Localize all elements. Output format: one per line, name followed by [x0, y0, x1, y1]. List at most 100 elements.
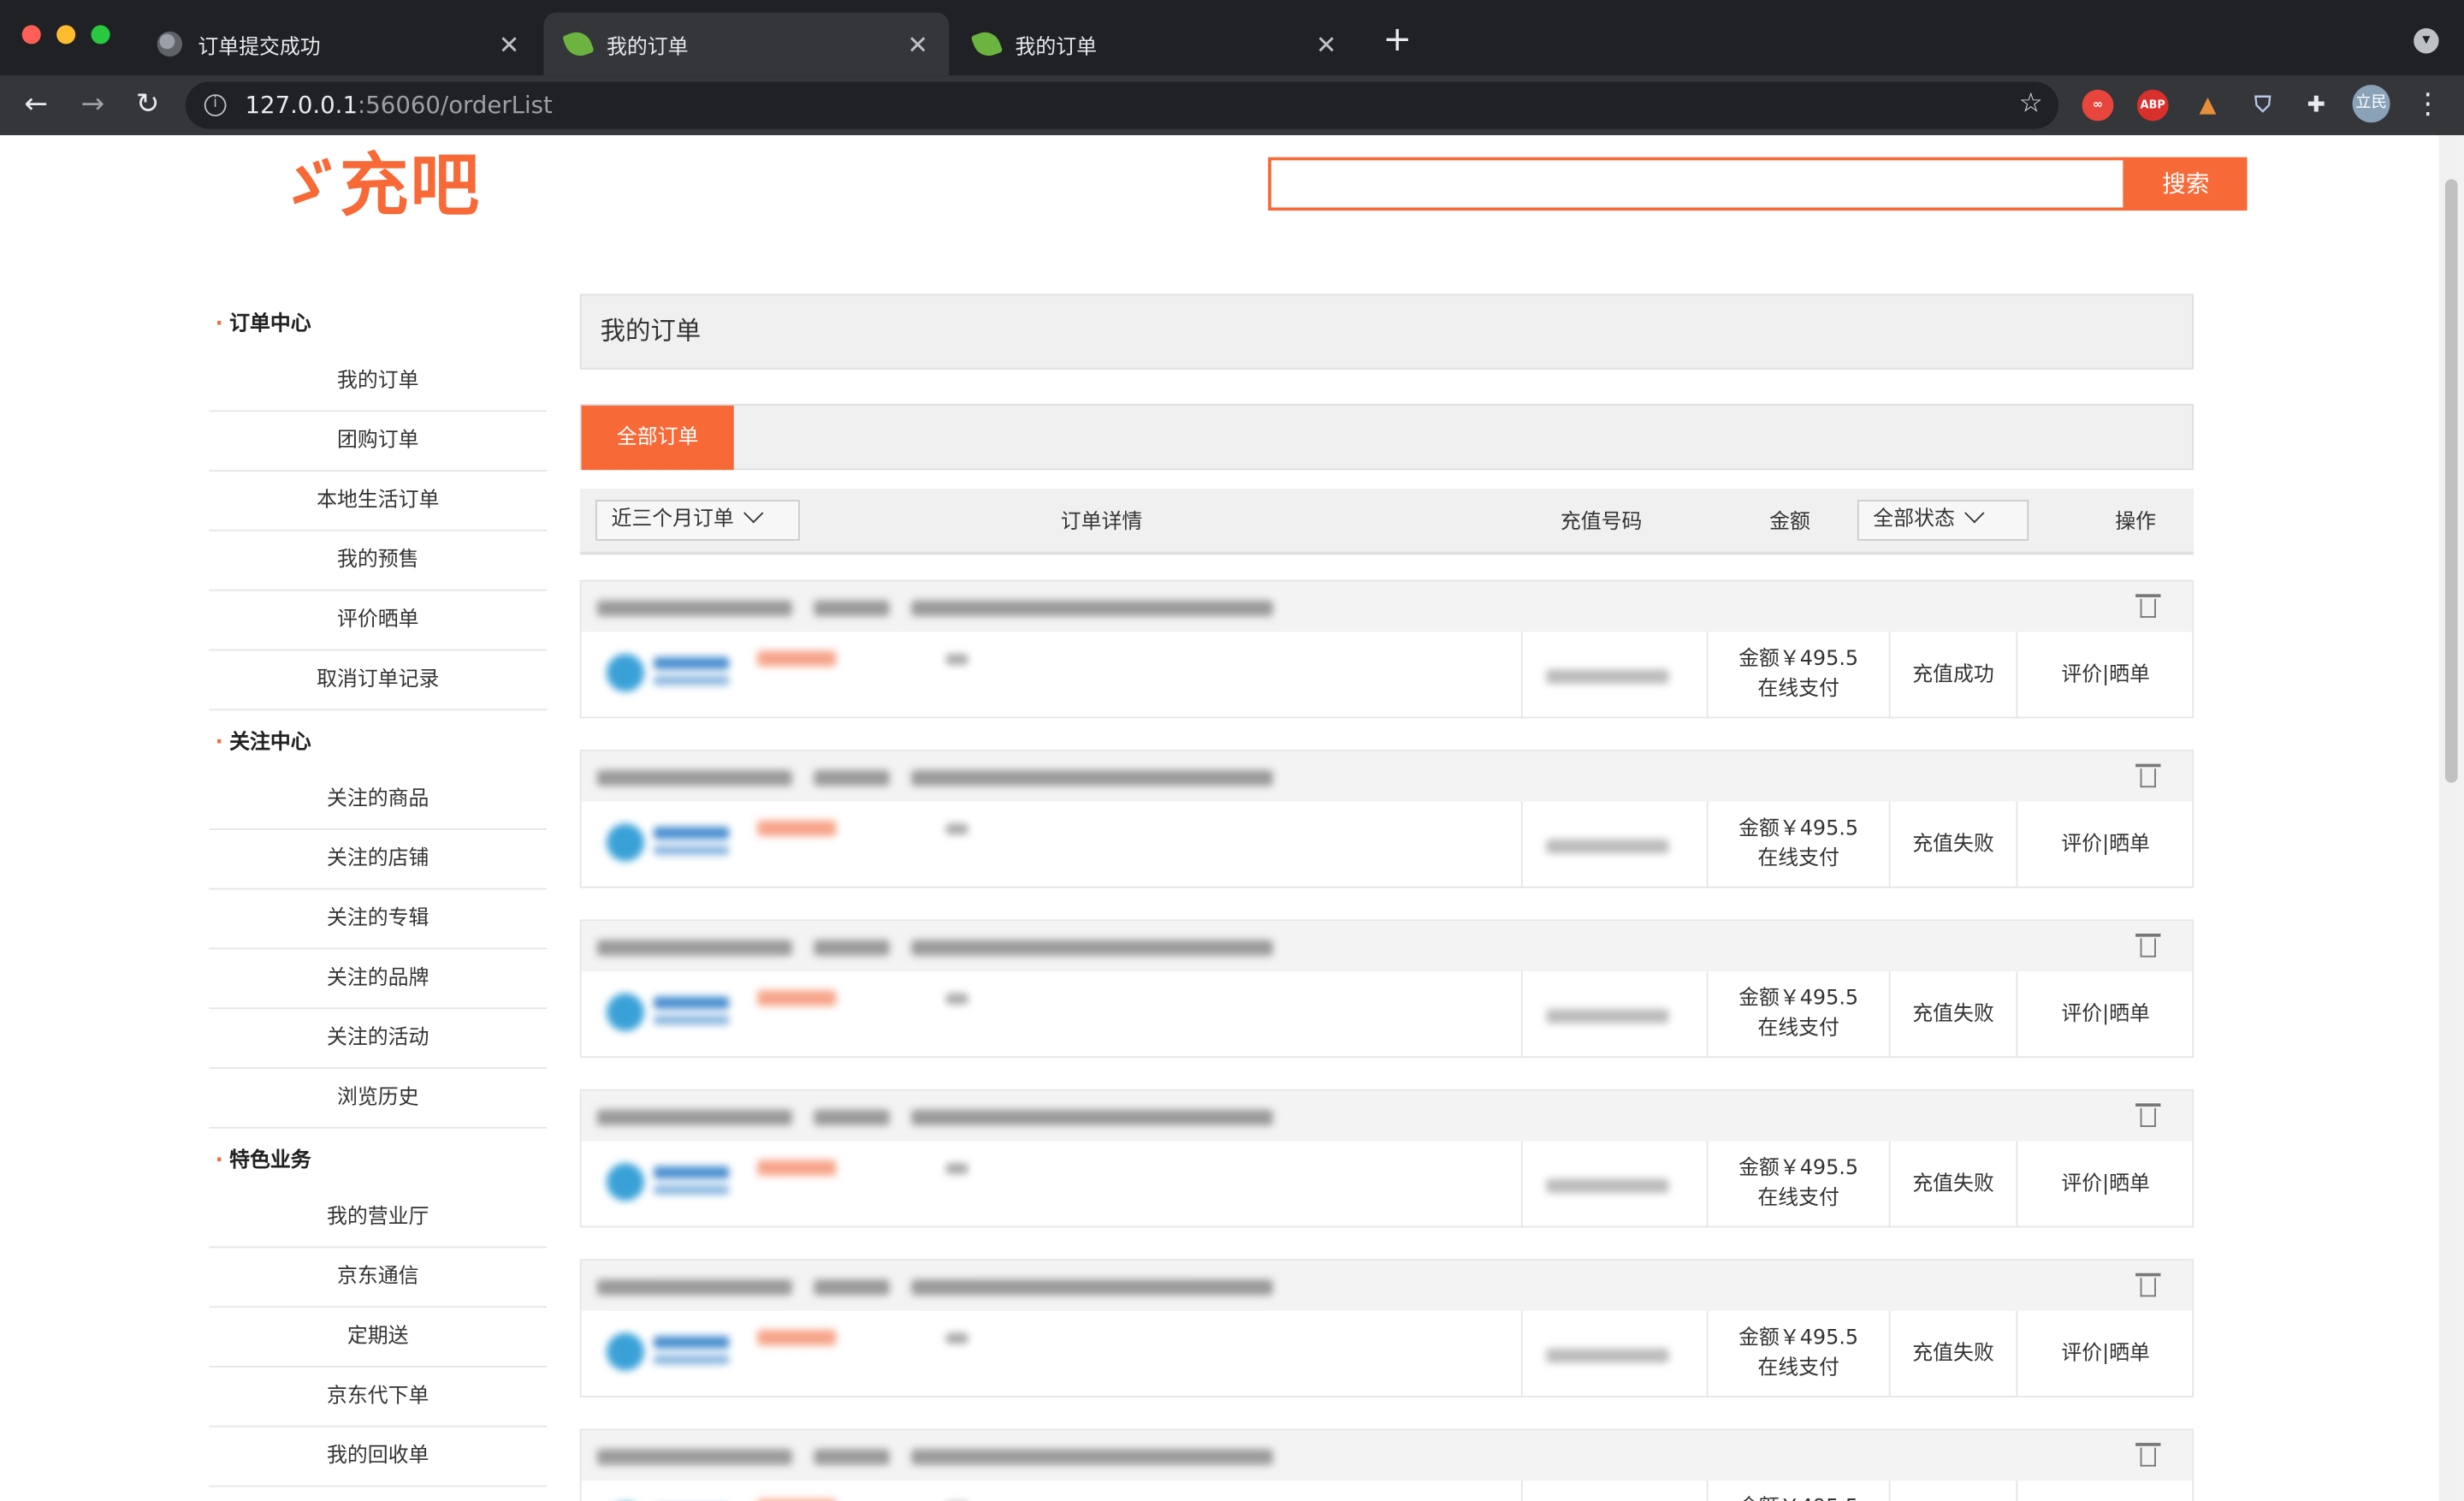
sidebar-item-presale[interactable]: 我的预售 [209, 531, 548, 591]
profile-avatar[interactable]: 立民 [2352, 85, 2390, 123]
forward-icon[interactable]: → [72, 85, 113, 126]
payment-method: 在线支付 [1757, 677, 1839, 702]
order-amount: 金额￥495.5 在线支付 [1706, 801, 1891, 888]
sidebar-item-scheduled-delivery[interactable]: 定期送 [209, 1308, 548, 1368]
column-action: 操作 [2115, 510, 2156, 535]
tab-search-icon[interactable]: ▾ [2414, 28, 2439, 54]
tab-title: 订单提交成功 [198, 35, 321, 59]
shield-icon[interactable]: ⛉ [2247, 89, 2279, 122]
new-tab-button[interactable]: + [1383, 21, 1412, 60]
phone-number-redacted [1546, 1009, 1669, 1023]
sidebar-item-followed-shops[interactable]: 关注的店铺 [209, 830, 548, 890]
minimize-window-button[interactable] [56, 25, 76, 44]
order-row: 金额￥495.5 在线支付 充值失败 评价|晒单 [579, 1259, 2194, 1397]
sidebar-item-proxy-order[interactable]: 京东代下单 [209, 1368, 548, 1427]
close-window-button[interactable] [21, 25, 41, 44]
order-table-header: 近三个月订单 订单详情 充值号码 金额 全部状态 操作 [579, 489, 2194, 555]
period-filter-dropdown[interactable]: 近三个月订单 [595, 500, 800, 541]
tab-all-orders[interactable]: 全部订单 [581, 405, 734, 471]
globe-icon [157, 31, 183, 57]
back-icon[interactable]: ← [15, 85, 56, 126]
search-input[interactable] [1268, 157, 2127, 211]
order-summary: 金额￥495.5 在线支付 充值失败 评价|晒单 [1706, 1261, 2194, 1397]
reload-icon[interactable]: ↻ [127, 85, 169, 126]
order-amount: 金额￥495.5 在线支付 [1706, 1141, 1891, 1228]
close-tab-icon[interactable]: ✕ [494, 29, 525, 59]
quantity-redacted [945, 1332, 968, 1344]
sidebar-item-reviews[interactable]: 评价晒单 [209, 591, 548, 651]
order-amount: 金额￥495.5 在线支付 [1706, 1480, 1891, 1501]
sidebar-item-business-hall[interactable]: 我的营业厅 [209, 1189, 548, 1249]
order-summary: 金额￥495.5 在线支付 充值失败 评价|晒单 [1706, 921, 2194, 1059]
page-content: ゞ 充吧 搜索 · 订单中心 我的订单 团购订单 本地生活订单 我的预售 评价晒单… [0, 134, 2439, 1501]
page-scrollbar[interactable] [2438, 134, 2464, 1501]
sidebar-item-history[interactable]: 浏览历史 [209, 1069, 548, 1129]
sidebar-item-local-orders[interactable]: 本地生活订单 [209, 472, 548, 531]
url-path: :56060/orderList [357, 91, 553, 120]
order-status: 充值失败 [1891, 801, 2018, 888]
status-filter-dropdown[interactable]: 全部状态 [1857, 500, 2029, 541]
order-amount: 金额￥495.5 在线支付 [1706, 632, 1891, 719]
review-link[interactable]: 评价|晒单 [2017, 1141, 2194, 1227]
scrollbar-thumb[interactable] [2444, 179, 2458, 783]
chevron-down-icon [1964, 502, 1985, 524]
order-status: 充值失败 [1891, 1141, 2018, 1228]
order-summary: 金额￥495.5 在线支付 充值成功 评价|晒单 [1706, 582, 2194, 719]
adblock-icon[interactable]: ABP [2136, 89, 2169, 122]
sidebar-section-title: · 关注中心 [215, 731, 311, 755]
close-tab-icon[interactable]: ✕ [902, 29, 933, 59]
order-row: 金额￥495.5 在线支付 充值成功 评价|晒单 [579, 579, 2194, 719]
sidebar-item-my-orders[interactable]: 我的订单 [209, 352, 548, 412]
product-image [603, 1160, 735, 1207]
order-meta-redacted [596, 1105, 1294, 1127]
maximize-window-button[interactable] [91, 25, 110, 44]
puzzle-icon[interactable]: ✚ [2300, 89, 2332, 122]
order-summary: 金额￥495.5 在线支付 充值失败 评价|晒单 [1706, 1091, 2194, 1228]
site-info-icon[interactable]: i [204, 94, 227, 116]
tab-strip: 订单提交成功 ✕ 我的订单 ✕ 我的订单 ✕ + ▾ [0, 0, 2464, 76]
infinity-icon[interactable]: ∞ [2082, 89, 2114, 122]
product-name-redacted [757, 820, 837, 837]
product-name-redacted [757, 1160, 837, 1176]
order-summary: 金额￥495.5 在线支付 充值失败 评价|晒单 [1706, 751, 2194, 888]
sidebar-item-followed-activities[interactable]: 关注的活动 [209, 1009, 548, 1069]
campfire-icon[interactable]: ▲ [2192, 89, 2224, 122]
sidebar-item-cancelled[interactable]: 取消订单记录 [209, 650, 548, 711]
column-amount: 金额 [1769, 510, 1810, 535]
review-link[interactable]: 评价|晒单 [2017, 1311, 2194, 1397]
quantity-redacted [945, 1163, 968, 1175]
sidebar-item-followed-products[interactable]: 关注的商品 [209, 770, 548, 830]
search-button[interactable]: 搜索 [2124, 157, 2248, 211]
order-row: 金额￥495.5 在线支付 充值失败 评价|晒单 [579, 1089, 2194, 1228]
payment-method: 在线支付 [1757, 1186, 1839, 1211]
close-tab-icon[interactable]: ✕ [1311, 29, 1342, 59]
phone-number-redacted [1546, 839, 1669, 854]
review-link[interactable]: 评价|晒单 [2017, 971, 2194, 1058]
order-meta-redacted [596, 1445, 1294, 1467]
sidebar: · 订单中心 我的订单 团购订单 本地生活订单 我的预售 评价晒单 取消订单记录 … [209, 293, 548, 1487]
product-name-redacted [757, 650, 837, 667]
browser-tab-2[interactable]: 我的订单 ✕ [543, 12, 950, 76]
product-image [603, 821, 735, 868]
sidebar-item-jd-telecom[interactable]: 京东通信 [209, 1248, 548, 1308]
amount-value: 金额￥495.5 [1708, 1493, 1888, 1501]
review-link[interactable] [2017, 1480, 2194, 1501]
address-bar[interactable]: i 127.0.0.1:56060/orderList ☆ [185, 81, 2059, 129]
browser-chrome: 订单提交成功 ✕ 我的订单 ✕ 我的订单 ✕ + ▾ ← → ↻ i 127.0… [0, 0, 2464, 135]
sidebar-item-followed-brands[interactable]: 关注的品牌 [209, 949, 548, 1010]
sidebar-item-followed-albums[interactable]: 关注的专辑 [209, 890, 548, 950]
review-link[interactable]: 评价|晒单 [2017, 632, 2194, 718]
amount-value: 金额￥495.5 [1738, 647, 1859, 672]
product-image [603, 990, 735, 1037]
bookmark-star-icon[interactable]: ☆ [2019, 88, 2043, 120]
site-logo[interactable]: ゞ 充吧 [270, 139, 481, 227]
sidebar-item-recycle-orders[interactable]: 我的回收单 [209, 1427, 548, 1487]
amount-value: 金额￥495.5 [1738, 1156, 1859, 1181]
browser-tab-3[interactable]: 我的订单 ✕ [952, 13, 1358, 75]
review-link[interactable]: 评价|晒单 [2017, 802, 2194, 888]
menu-kebab-icon[interactable]: ⋮ [2408, 85, 2449, 126]
order-amount: 金额￥495.5 在线支付 [1706, 1310, 1891, 1397]
browser-tab-1[interactable]: 订单提交成功 ✕ [135, 13, 541, 75]
sidebar-item-group-orders[interactable]: 团购订单 [209, 412, 548, 472]
product-image [603, 1330, 735, 1377]
